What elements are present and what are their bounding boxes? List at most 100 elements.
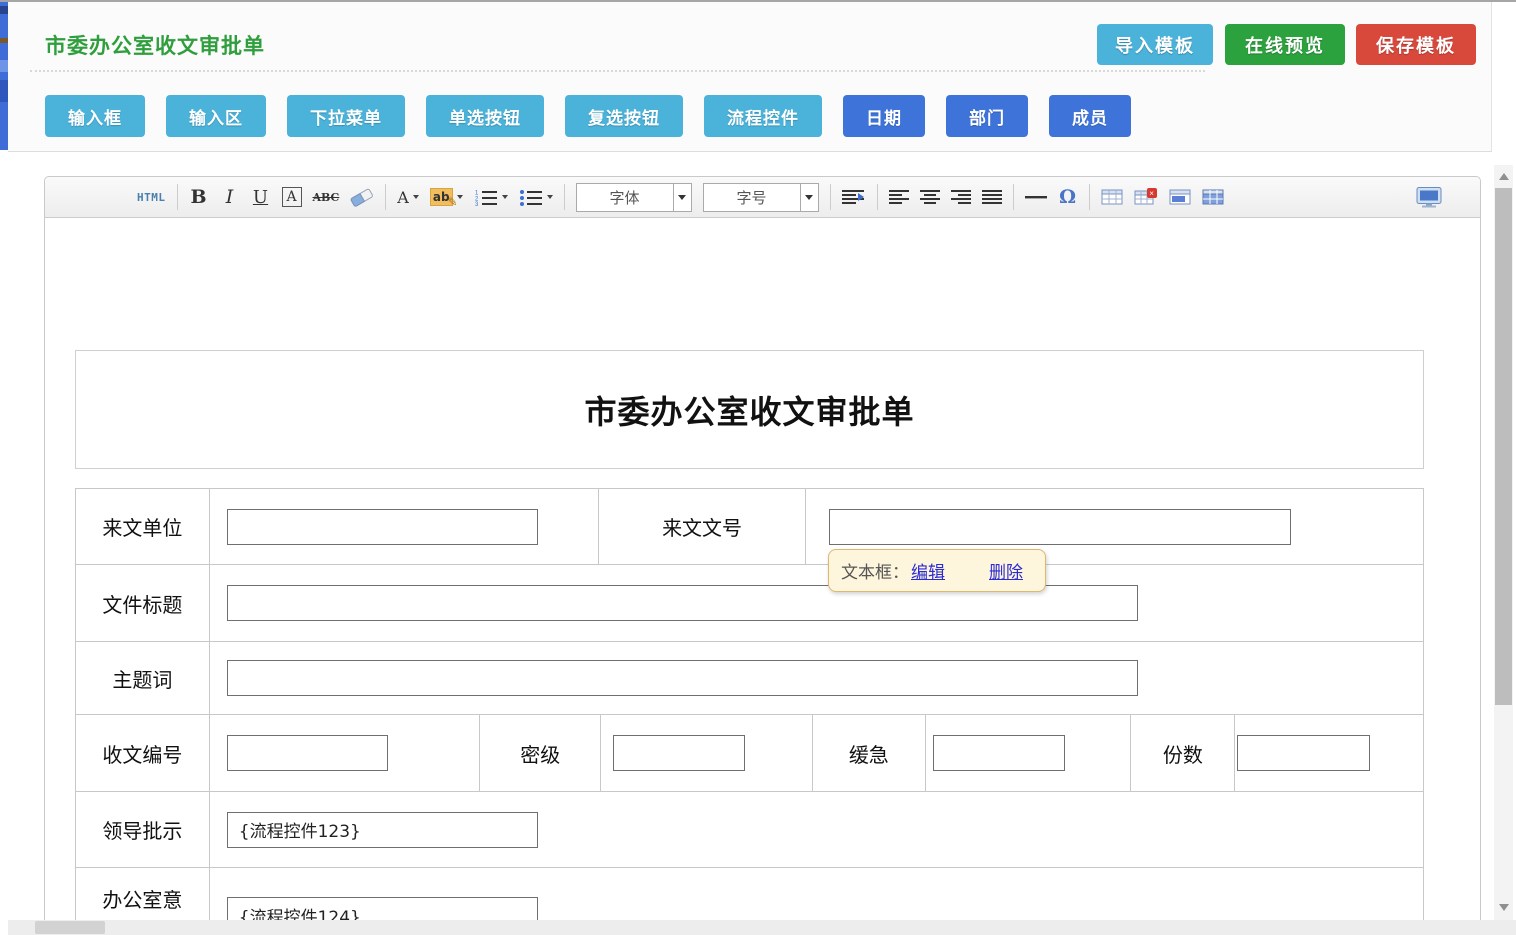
font-family-select[interactable]: 字体 — [576, 183, 692, 212]
bold-button[interactable]: B — [189, 184, 209, 210]
cell — [209, 642, 1423, 714]
chevron-down-icon — [413, 195, 419, 199]
receipt-number-input[interactable] — [227, 735, 388, 771]
fullscreen-button[interactable] — [1416, 187, 1442, 208]
component-dropdown-button[interactable]: 下拉菜单 — [287, 95, 405, 137]
indent-button[interactable] — [842, 184, 866, 210]
cell — [600, 715, 812, 791]
urgency-input[interactable] — [933, 735, 1065, 771]
label-receipt-number: 收文编号 — [76, 715, 209, 791]
pencil-icon: ✎ — [447, 195, 457, 209]
component-toolbar: 输入框 输入区 下拉菜单 单选按钮 复选按钮 流程控件 日期 部门 成员 — [45, 95, 1131, 137]
table-cell-merge-button[interactable] — [1169, 184, 1191, 210]
label-leader-instructions: 领导批示 — [76, 792, 209, 867]
special-character-button[interactable]: Ω — [1058, 184, 1078, 210]
component-flow-control-button[interactable]: 流程控件 — [704, 95, 822, 137]
scroll-down-arrow-icon[interactable] — [1494, 898, 1513, 916]
select-arrow-button[interactable] — [800, 184, 818, 211]
cell — [1234, 715, 1423, 791]
unordered-list-button[interactable] — [519, 184, 553, 210]
align-left-button[interactable] — [889, 184, 909, 210]
align-justify-button[interactable] — [982, 184, 1002, 210]
remove-format-eraser-icon[interactable] — [350, 184, 374, 210]
italic-button[interactable]: I — [220, 184, 240, 210]
vertical-scrollbar[interactable] — [1494, 165, 1513, 920]
scroll-up-arrow-icon[interactable] — [1494, 167, 1513, 185]
align-right-button[interactable] — [951, 184, 971, 210]
toolbar-separator — [877, 184, 878, 210]
leader-instructions-input[interactable]: {流程控件123} — [227, 812, 538, 848]
toolbar-separator — [385, 184, 386, 210]
strikethrough-button[interactable]: ABC — [313, 184, 340, 210]
office-opinion-input[interactable]: {流程控件124} — [227, 897, 538, 920]
svg-text:×: × — [1149, 189, 1154, 198]
source-code-button[interactable]: HTML — [137, 184, 166, 210]
align-center-button[interactable] — [920, 184, 940, 210]
svg-text:3: 3 — [475, 202, 479, 206]
textbox-context-tooltip: 文本框： 编辑 删除 — [828, 549, 1046, 592]
component-department-button[interactable]: 部门 — [946, 95, 1028, 137]
underline-button[interactable]: U — [251, 184, 271, 210]
import-template-button[interactable]: 导入模板 — [1097, 24, 1213, 65]
save-template-button[interactable]: 保存模板 — [1356, 24, 1476, 65]
editor-toolbar: HTML B I U A ABC A ab✎ 123 字体 字号 — [45, 177, 1480, 218]
online-preview-button[interactable]: 在线预览 — [1225, 24, 1345, 65]
table-row: 来文单位 来文文号 — [76, 489, 1423, 564]
font-color-button[interactable]: A — [397, 184, 419, 210]
font-size-select[interactable]: 字号 — [703, 183, 819, 212]
toolbar-separator — [564, 184, 565, 210]
border-text-button[interactable]: A — [282, 187, 302, 207]
toolbar-separator — [1013, 184, 1014, 210]
component-checkbox-button[interactable]: 复选按钮 — [565, 95, 683, 137]
horizontal-rule-button[interactable] — [1025, 184, 1047, 210]
header-divider — [30, 70, 1205, 72]
label-secrecy-level: 密级 — [479, 715, 600, 791]
font-family-label: 字体 — [577, 187, 673, 208]
horizontal-scrollbar-thumb[interactable] — [35, 921, 105, 934]
form-title-box: 市委办公室收文审批单 — [75, 350, 1424, 469]
horizontal-scrollbar[interactable] — [8, 920, 1516, 935]
highlight-ab: ab✎ — [430, 188, 453, 206]
cell — [209, 489, 598, 564]
font-color-a: A — [397, 188, 409, 207]
header: 市委办公室收文审批单 导入模板 在线预览 保存模板 输入框 输入区 下拉菜单 单… — [8, 2, 1492, 152]
ordered-list-button[interactable]: 123 — [474, 184, 508, 210]
copies-count-input[interactable] — [1237, 735, 1370, 771]
subject-words-input[interactable] — [227, 660, 1138, 696]
incoming-unit-input[interactable] — [227, 509, 538, 545]
component-date-button[interactable]: 日期 — [843, 95, 925, 137]
component-input-area-button[interactable]: 输入区 — [166, 95, 266, 137]
label-incoming-unit: 来文单位 — [76, 489, 209, 564]
secrecy-level-input[interactable] — [613, 735, 745, 771]
delete-link[interactable]: 删除 — [989, 558, 1023, 583]
background-window-edge — [0, 2, 8, 150]
vertical-scrollbar-thumb[interactable] — [1495, 188, 1512, 705]
component-radio-button[interactable]: 单选按钮 — [426, 95, 544, 137]
table-row: 文件标题 — [76, 564, 1423, 641]
editor-canvas[interactable]: 市委办公室收文审批单 来文单位 来文文号 文件标题 — [45, 218, 1480, 920]
cell: {流程控件123} — [209, 792, 1423, 867]
component-member-button[interactable]: 成员 — [1049, 95, 1131, 137]
edge-fragment — [0, 60, 8, 72]
table-row: 办公室意 {流程控件124} — [76, 867, 1423, 920]
component-input-box-button[interactable]: 输入框 — [45, 95, 145, 137]
insert-table-button[interactable] — [1101, 184, 1123, 210]
cell — [925, 715, 1131, 791]
incoming-doc-number-input[interactable] — [829, 509, 1291, 545]
toolbar-separator — [177, 184, 178, 210]
cell — [209, 565, 1423, 641]
font-size-label: 字号 — [704, 187, 800, 208]
table-properties-button[interactable] — [1202, 184, 1224, 210]
edit-link[interactable]: 编辑 — [911, 558, 945, 583]
edge-fragment — [0, 80, 8, 102]
select-arrow-button[interactable] — [673, 184, 691, 211]
screen: 市委办公室收文审批单 导入模板 在线预览 保存模板 输入框 输入区 下拉菜单 单… — [0, 0, 1516, 935]
form-title: 市委办公室收文审批单 — [584, 387, 914, 433]
cell: {流程控件124} — [209, 868, 1423, 920]
chevron-down-icon — [547, 195, 553, 199]
label-incoming-doc-number: 来文文号 — [598, 489, 805, 564]
edge-fragment — [0, 38, 8, 43]
highlight-color-button[interactable]: ab✎ — [430, 184, 463, 210]
delete-table-button[interactable]: × — [1134, 184, 1158, 210]
edge-fragment — [0, 6, 8, 14]
